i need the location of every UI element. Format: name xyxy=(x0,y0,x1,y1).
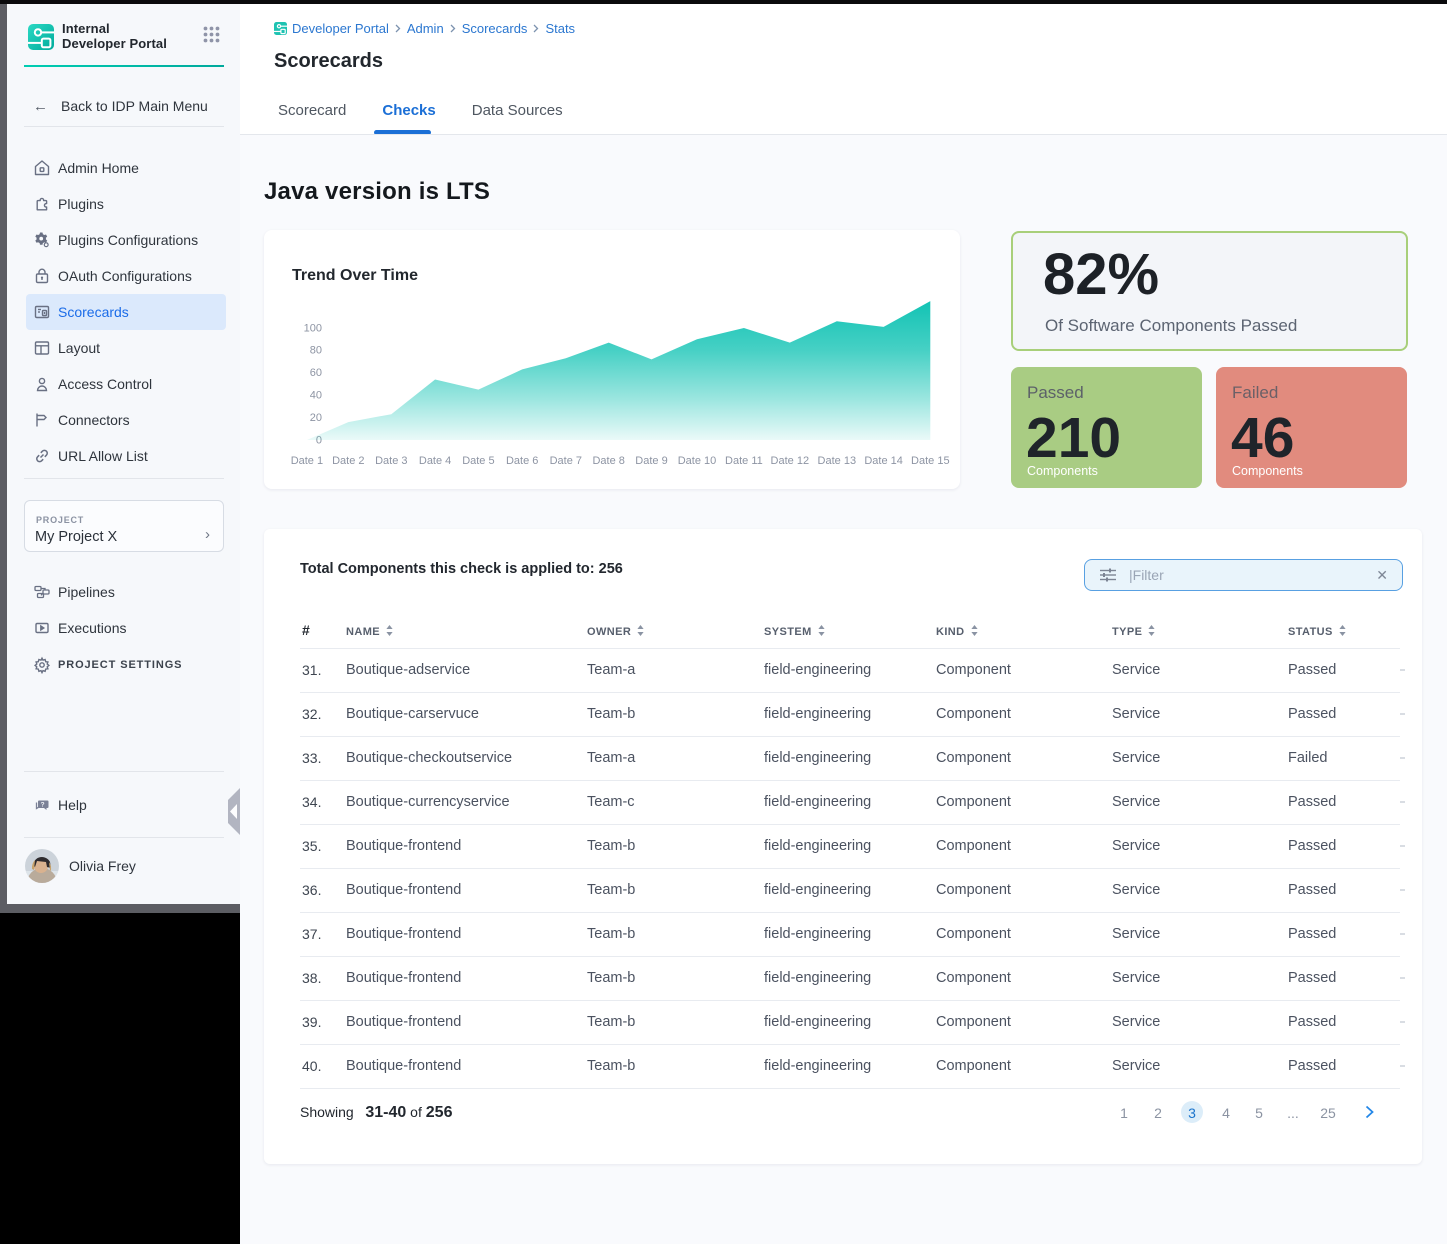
svg-text:80: 80 xyxy=(310,345,322,357)
svg-text:Date 4: Date 4 xyxy=(419,455,451,467)
svg-text:Date 8: Date 8 xyxy=(592,455,624,467)
svg-text:Date 2: Date 2 xyxy=(332,455,364,467)
svg-text:Date 6: Date 6 xyxy=(506,455,538,467)
svg-text:Date 13: Date 13 xyxy=(818,455,857,467)
svg-text:Date 15: Date 15 xyxy=(911,455,950,467)
svg-text:40: 40 xyxy=(310,390,322,402)
svg-text:Date 12: Date 12 xyxy=(771,455,810,467)
svg-text:Date 5: Date 5 xyxy=(462,455,494,467)
svg-text:Date 11: Date 11 xyxy=(725,455,763,467)
svg-text:60: 60 xyxy=(310,367,322,379)
svg-text:100: 100 xyxy=(304,323,322,335)
svg-text:Date 10: Date 10 xyxy=(678,455,717,467)
svg-text:Date 3: Date 3 xyxy=(375,455,407,467)
svg-text:20: 20 xyxy=(310,412,322,424)
svg-text:Date 9: Date 9 xyxy=(635,455,667,467)
svg-text:Date 7: Date 7 xyxy=(550,455,582,467)
svg-text:?: ? xyxy=(41,802,45,809)
svg-text:Date 14: Date 14 xyxy=(864,455,903,467)
svg-text:Date 1: Date 1 xyxy=(291,455,323,467)
